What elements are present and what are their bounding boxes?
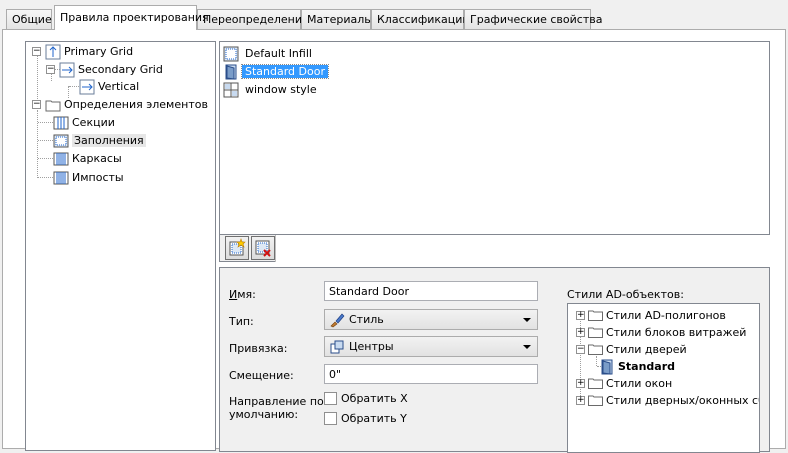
tree-node-primary-grid[interactable]: − Primary Grid (32, 43, 133, 60)
delete-style-icon (255, 240, 271, 257)
ad-node-door-window-assembly-styles[interactable]: + Стили дверных/оконных сбо (576, 392, 760, 409)
centers-icon (330, 340, 344, 353)
name-field[interactable]: Standard Door (324, 281, 538, 301)
tree-node-frames[interactable]: Каркасы (53, 150, 122, 167)
ad-object-styles-tree[interactable]: + Стили AD-полигонов + Стили блоков витр… (567, 303, 760, 453)
frame-icon (53, 152, 69, 165)
tab-overrides[interactable]: Переопределения (197, 9, 309, 29)
tree-label: Секции (72, 116, 115, 129)
expand-icon[interactable]: + (576, 328, 585, 337)
infill-icon (53, 134, 69, 147)
checkbox-box[interactable] (324, 392, 337, 405)
tab-general[interactable]: Общие (6, 9, 52, 29)
ad-node-polygon-styles[interactable]: + Стили AD-полигонов (576, 307, 726, 324)
mullion-icon (53, 171, 69, 184)
tree-node-infills[interactable]: Заполнения (53, 132, 146, 149)
tree-label: Определения элементов (64, 98, 208, 111)
ad-node-label: Standard (618, 360, 676, 373)
folder-icon (588, 378, 603, 389)
tree-label: Импосты (72, 171, 124, 184)
name-label: Имя: (229, 288, 256, 301)
tree-label: Каркасы (72, 152, 122, 165)
tree-label: Vertical (98, 80, 140, 93)
expand-icon[interactable]: + (576, 311, 585, 320)
new-style-icon (229, 238, 246, 256)
direction-label-line2: умолчанию: (229, 408, 299, 421)
type-select[interactable]: Стиль (324, 309, 538, 330)
collapse-icon[interactable]: − (576, 345, 585, 354)
tree-node-sections[interactable]: Секции (53, 114, 115, 131)
flip-x-checkbox[interactable]: Обратить X (324, 392, 408, 405)
collapse-icon[interactable]: − (32, 47, 41, 56)
tree-node-secondary-grid[interactable]: − Secondary Grid (46, 61, 163, 78)
snap-label: Привязка: (229, 342, 288, 355)
type-value: Стиль (349, 313, 384, 326)
ad-node-label: Стили AD-полигонов (606, 309, 726, 322)
grid-axis-icon (79, 79, 95, 94)
offset-field[interactable]: 0" (324, 364, 538, 384)
tree-node-mullions[interactable]: Импосты (53, 169, 124, 186)
snap-select[interactable]: Центры (324, 336, 538, 357)
list-item-label: window style (245, 83, 317, 96)
flip-y-label: Обратить Y (341, 412, 407, 425)
tree-label: Заполнения (72, 134, 146, 147)
folder-icon (588, 344, 603, 355)
ad-node-label: Стили дверей (606, 343, 687, 356)
folder-icon (588, 327, 603, 338)
design-rules-tree[interactable]: − Primary Grid − Secondary Grid Vertical… (25, 41, 216, 451)
window-icon (223, 82, 239, 97)
flip-x-label: Обратить X (341, 392, 408, 405)
name-label-text: мя: (237, 288, 256, 301)
direction-label-line1: Направление по (229, 395, 324, 408)
folder-icon (588, 395, 603, 406)
style-brush-icon (330, 313, 345, 327)
ad-node-window-styles[interactable]: + Стили окон (576, 375, 672, 392)
flip-y-checkbox[interactable]: Обратить Y (324, 412, 407, 425)
list-item-window-style[interactable]: window style (223, 81, 320, 98)
style-list-toolbar (219, 235, 771, 262)
ad-node-label: Стили дверных/оконных сбо (606, 394, 760, 407)
ad-node-label: Стили блоков витражей (606, 326, 747, 339)
chevron-down-icon (523, 318, 531, 322)
list-item-default-infill[interactable]: Default Infill (223, 45, 315, 62)
checkbox-box[interactable] (324, 412, 337, 425)
list-item-label: Standard Door (241, 64, 329, 79)
infill-icon (223, 46, 239, 61)
collapse-icon[interactable]: − (32, 100, 41, 109)
ad-node-door-styles[interactable]: − Стили дверей (576, 341, 687, 358)
tree-node-vertical[interactable]: Vertical (79, 78, 139, 95)
snap-value: Центры (349, 340, 394, 353)
tab-display-properties[interactable]: Графические свойства (464, 9, 602, 29)
ad-node-curtain-wall-unit-styles[interactable]: + Стили блоков витражей (576, 324, 746, 341)
grid-axis-icon (45, 44, 61, 59)
type-label: Тип: (229, 315, 254, 328)
new-style-button[interactable] (225, 236, 249, 260)
ad-node-label: Стили окон (606, 377, 673, 390)
folder-icon (45, 100, 61, 111)
chevron-down-icon (523, 345, 531, 349)
ad-node-standard-door[interactable]: Standard (599, 358, 675, 375)
grid-axis-icon (59, 62, 75, 77)
list-item-label: Default Infill (245, 47, 312, 60)
expand-icon[interactable]: + (576, 379, 585, 388)
infill-style-list[interactable]: Default Infill Standard Door window styl… (219, 41, 770, 235)
expand-icon[interactable]: + (576, 396, 585, 405)
door-icon (225, 64, 237, 80)
tab-materials[interactable]: Материалы (301, 9, 373, 29)
ad-styles-title: Стили AD-объектов: (567, 288, 684, 301)
tree-node-element-definitions[interactable]: − Определения элементов (32, 96, 208, 113)
direction-label: Направление по умолчанию: (229, 395, 324, 421)
tree-label: Primary Grid (64, 45, 134, 58)
folder-icon (588, 310, 603, 321)
tab-design-rules[interactable]: Правила проектирования (54, 5, 209, 30)
list-item-standard-door[interactable]: Standard Door (223, 63, 329, 80)
tree-label: Secondary Grid (78, 63, 163, 76)
section-icon (53, 116, 69, 129)
toolbar-divider (275, 235, 771, 262)
offset-label: Смещение: (229, 369, 294, 382)
delete-style-button[interactable] (251, 236, 275, 260)
door-icon (601, 359, 613, 375)
tab-classifications[interactable]: Классификации (371, 9, 470, 29)
collapse-icon[interactable]: − (46, 65, 55, 74)
